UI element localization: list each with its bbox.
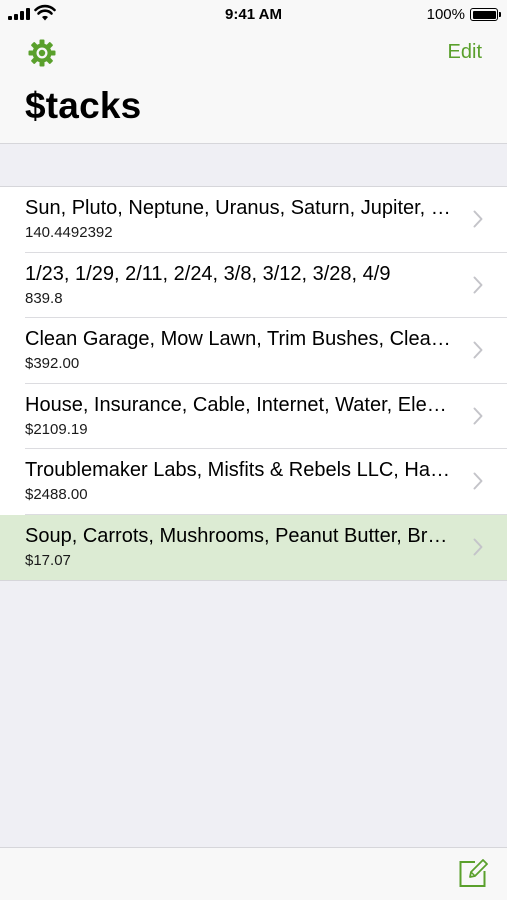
bottom-toolbar bbox=[0, 847, 507, 900]
stacks-list: Sun, Pluto, Neptune, Uranus, Saturn, Jup… bbox=[0, 186, 507, 581]
app-screen: 9:41 AM 100% Edit $tacks Sun, Pluto, Nep… bbox=[0, 0, 507, 900]
page-title: $tacks bbox=[25, 85, 142, 126]
stack-row-total: $2488.00 bbox=[25, 486, 88, 503]
compose-icon[interactable] bbox=[458, 858, 488, 888]
edit-button[interactable]: Edit bbox=[448, 41, 482, 64]
stack-row-title: 1/23, 1/29, 2/11, 2/24, 3/8, 3/12, 3/28,… bbox=[25, 262, 391, 285]
stack-row-title: Sun, Pluto, Neptune, Uranus, Saturn, Jup… bbox=[25, 197, 453, 219]
gear-icon[interactable] bbox=[27, 38, 57, 68]
chevron-right-icon bbox=[473, 210, 483, 228]
chevron-right-icon bbox=[473, 472, 483, 490]
stack-row[interactable]: 1/23, 1/29, 2/11, 2/24, 3/8, 3/12, 3/28,… bbox=[0, 252, 507, 318]
stack-row-total: 140.4492392 bbox=[25, 224, 113, 241]
stack-row-total: 839.8 bbox=[25, 289, 63, 307]
stack-row[interactable]: House, Insurance, Cable, Internet, Water… bbox=[0, 383, 507, 449]
stack-row[interactable]: Soup, Carrots, Mushrooms, Peanut Butter,… bbox=[0, 514, 507, 580]
stack-row-title: House, Insurance, Cable, Internet, Water… bbox=[25, 393, 453, 416]
navigation-header: 9:41 AM 100% Edit $tacks bbox=[0, 0, 507, 144]
stack-row[interactable]: Clean Garage, Mow Lawn, Trim Bushes, Cle… bbox=[0, 318, 507, 384]
chevron-right-icon bbox=[473, 538, 483, 555]
status-bar: 9:41 AM 100% bbox=[0, 0, 507, 28]
stack-row-title: Clean Garage, Mow Lawn, Trim Bushes, Cle… bbox=[25, 328, 453, 350]
chevron-right-icon bbox=[473, 407, 483, 424]
stack-row-total: $2109.19 bbox=[25, 420, 88, 438]
stack-row[interactable]: Sun, Pluto, Neptune, Uranus, Saturn, Jup… bbox=[0, 187, 507, 253]
stack-row-total: $392.00 bbox=[25, 355, 80, 372]
stack-row-title: Soup, Carrots, Mushrooms, Peanut Butter,… bbox=[25, 524, 453, 547]
chevron-right-icon bbox=[473, 341, 483, 359]
stack-row-total: $17.07 bbox=[25, 551, 71, 569]
stack-row[interactable]: Troublemaker Labs, Misfits & Rebels LLC,… bbox=[0, 449, 507, 515]
stack-row-title: Troublemaker Labs, Misfits & Rebels LLC,… bbox=[25, 459, 453, 481]
chevron-right-icon bbox=[473, 276, 483, 293]
battery-percentage: 100% bbox=[426, 6, 465, 23]
battery-icon bbox=[470, 8, 501, 21]
